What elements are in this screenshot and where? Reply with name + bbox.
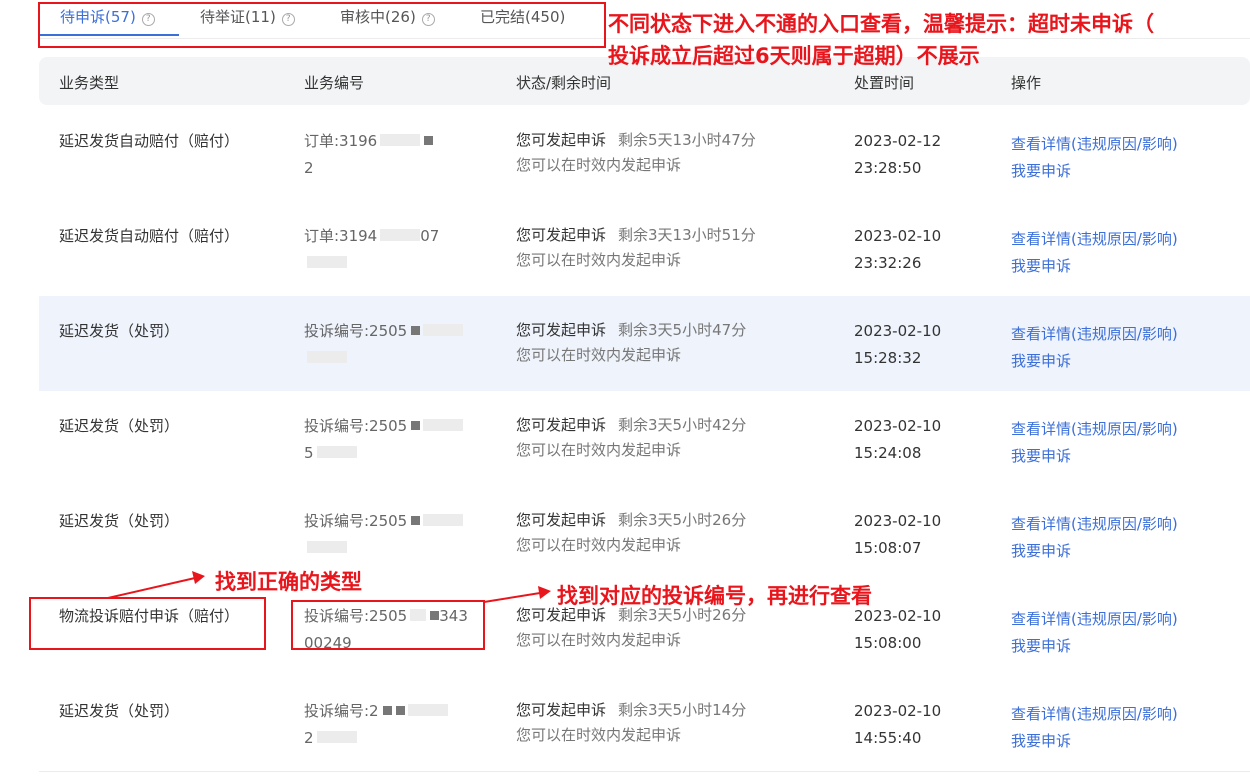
- business-type: 延迟发货（处罚）: [59, 417, 180, 435]
- appeal-link[interactable]: 我要申诉: [1011, 253, 1178, 280]
- handle-time: 2023-02-10 15:08:00: [854, 607, 942, 652]
- annotation-find-number: 找到对应的投诉编号，再进行查看: [557, 584, 872, 608]
- action-cell: 查看详情(违规原因/影响) 我要申诉: [1011, 321, 1178, 375]
- status-cell: 您可发起申诉 剩余3天13小时51分 您可以在时效内发起申诉: [516, 226, 756, 269]
- annotation-box-number: [291, 600, 485, 650]
- action-cell: 查看详情(违规原因/影响) 我要申诉: [1011, 606, 1178, 660]
- annotation-find-type: 找到正确的类型: [215, 570, 362, 594]
- col-header-time: 处置时间: [854, 74, 915, 92]
- annotation-tip-line1: 不同状态下进入不通的入口查看，温馨提示：超时未申诉（: [608, 12, 1154, 36]
- action-cell: 查看详情(违规原因/影响) 我要申诉: [1011, 701, 1178, 755]
- business-number: 投诉编号:2505: [304, 508, 484, 562]
- business-type: 延迟发货（处罚）: [59, 322, 180, 340]
- redaction: [423, 514, 464, 526]
- status-cell: 您可发起申诉 剩余3天5小时14分 您可以在时效内发起申诉: [516, 701, 747, 744]
- redaction: [411, 326, 421, 335]
- view-details-link[interactable]: 查看详情(违规原因/影响): [1011, 226, 1178, 253]
- business-number: 订单:3196 2: [304, 128, 484, 182]
- redaction: [380, 134, 421, 146]
- view-details-link[interactable]: 查看详情(违规原因/影响): [1011, 606, 1178, 633]
- status-cell: 您可发起申诉 剩余3天5小时26分 您可以在时效内发起申诉: [516, 606, 747, 649]
- status-cell: 您可发起申诉 剩余3天5小时42分 您可以在时效内发起申诉: [516, 416, 747, 459]
- appeal-link[interactable]: 我要申诉: [1011, 633, 1178, 660]
- redaction: [411, 421, 421, 430]
- redaction: [407, 704, 448, 716]
- redaction: [411, 516, 421, 525]
- action-cell: 查看详情(违规原因/影响) 我要申诉: [1011, 511, 1178, 565]
- table-row: 延迟发货自动赔付（赔付） 订单:3194 07 您可发起申诉 剩余3天13小时51分…: [39, 201, 1250, 297]
- redaction: [307, 256, 347, 268]
- annotation-box-tabs: [38, 2, 606, 48]
- action-cell: 查看详情(违规原因/影响) 我要申诉: [1011, 131, 1178, 185]
- redaction: [307, 351, 347, 363]
- redaction: [316, 731, 357, 743]
- annotation-tip-line2: 投诉成立后超过6天则属于超期）不展示: [608, 44, 980, 68]
- table-row: 延迟发货（处罚） 投诉编号:2505 5 您可发起申诉 剩余3天5小时42分 您可以在…: [39, 391, 1250, 487]
- view-details-link[interactable]: 查看详情(违规原因/影响): [1011, 321, 1178, 348]
- col-header-action: 操作: [1011, 74, 1042, 92]
- appeal-link[interactable]: 我要申诉: [1011, 443, 1178, 470]
- action-cell: 查看详情(违规原因/影响) 我要申诉: [1011, 416, 1178, 470]
- view-details-link[interactable]: 查看详情(违规原因/影响): [1011, 511, 1178, 538]
- table-row: 延迟发货（处罚） 投诉编号:2505 您可发起申诉 剩余3天5小时47分 您可以在时…: [39, 296, 1250, 392]
- status-cell: 您可发起申诉 剩余3天5小时47分 您可以在时效内发起申诉: [516, 321, 747, 364]
- business-type: 延迟发货自动赔付（赔付）: [59, 227, 240, 245]
- col-header-status: 状态/剩余时间: [516, 74, 612, 92]
- col-header-number: 业务编号: [304, 74, 365, 92]
- view-details-link[interactable]: 查看详情(违规原因/影响): [1011, 416, 1178, 443]
- status-cell: 您可发起申诉 剩余3天5小时26分 您可以在时效内发起申诉: [516, 511, 747, 554]
- handle-time: 2023-02-10 23:32:26: [854, 227, 942, 272]
- view-details-link[interactable]: 查看详情(违规原因/影响): [1011, 131, 1178, 158]
- business-number: 投诉编号:2 2: [304, 698, 484, 752]
- business-number: 订单:3194 07: [304, 223, 484, 277]
- status-cell: 您可发起申诉 剩余5天13小时47分 您可以在时效内发起申诉: [516, 131, 756, 174]
- handle-time: 2023-02-10 15:08:07: [854, 512, 942, 557]
- redaction: [423, 324, 464, 336]
- action-cell: 查看详情(违规原因/影响) 我要申诉: [1011, 226, 1178, 280]
- redaction: [316, 446, 357, 458]
- handle-time: 2023-02-10 15:28:32: [854, 322, 942, 367]
- redaction: [307, 541, 347, 553]
- redaction: [380, 229, 421, 241]
- table-row: 延迟发货自动赔付（赔付） 订单:3196 2 您可发起申诉 剩余5天13小时47分您…: [39, 106, 1250, 202]
- redaction: [395, 706, 405, 715]
- business-type: 延迟发货（处罚）: [59, 512, 180, 530]
- appeal-link[interactable]: 我要申诉: [1011, 158, 1178, 185]
- appeal-link[interactable]: 我要申诉: [1011, 728, 1178, 755]
- business-type: 延迟发货（处罚）: [59, 702, 180, 720]
- appeal-link[interactable]: 我要申诉: [1011, 348, 1178, 375]
- table-row: 延迟发货（处罚） 投诉编号:2 2 您可发起申诉 剩余3天5小时14分 您可以在时效内…: [39, 676, 1250, 772]
- redaction: [424, 136, 434, 145]
- handle-time: 2023-02-10 14:55:40: [854, 702, 942, 747]
- handle-time: 2023-02-12 23:28:50: [854, 132, 942, 177]
- view-details-link[interactable]: 查看详情(违规原因/影响): [1011, 701, 1178, 728]
- handle-time: 2023-02-10 15:24:08: [854, 417, 942, 462]
- business-number: 投诉编号:2505 5: [304, 413, 484, 467]
- annotation-box-type: [29, 597, 266, 650]
- redaction: [382, 706, 392, 715]
- business-type: 延迟发货自动赔付（赔付）: [59, 132, 240, 150]
- col-header-type: 业务类型: [59, 74, 120, 92]
- appeal-link[interactable]: 我要申诉: [1011, 538, 1178, 565]
- redaction: [423, 419, 464, 431]
- business-number: 投诉编号:2505: [304, 318, 484, 372]
